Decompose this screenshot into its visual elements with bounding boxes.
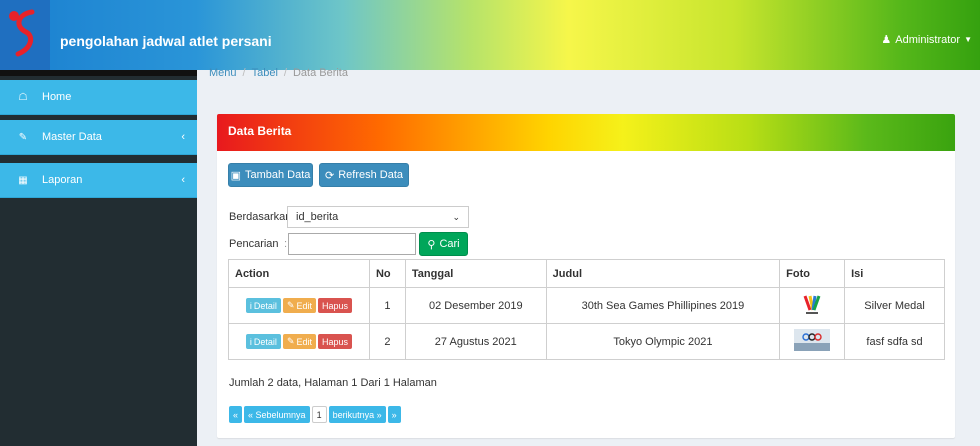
box-title: Data Berita <box>217 114 955 151</box>
col-header-action: Action <box>228 259 370 288</box>
col-header-judul: Judul <box>545 259 781 288</box>
pagination-summary: Jumlah 2 data, Halaman 1 Dari 1 Halaman <box>229 377 437 389</box>
search-button-label: Cari <box>439 238 460 250</box>
row-tanggal: 27 Agustus 2021 <box>404 323 547 360</box>
row-judul: Tokyo Olympic 2021 <box>545 323 781 360</box>
info-icon: i <box>249 300 252 311</box>
user-icon: ♟ <box>881 34 892 46</box>
edit-icon: ✎ <box>18 131 28 143</box>
delete-button[interactable]: Hapus <box>318 298 353 313</box>
logo-icon <box>9 9 35 57</box>
edit-icon: ✎ <box>286 336 295 346</box>
col-header-foto: Foto <box>779 259 846 288</box>
col-header-isi: Isi <box>844 259 945 288</box>
sidebar-item-label: Master Data <box>42 131 102 143</box>
refresh-data-button[interactable]: ⟳ Refresh Data <box>319 163 409 187</box>
chevron-left-icon: ‹ <box>181 131 185 143</box>
action-cell: i Detail ✎ Edit Hapus <box>228 287 370 324</box>
search-button[interactable]: ⚲ Cari <box>419 232 468 256</box>
table-row: i Detail ✎ Edit Hapus 1 02 Desember 2019 3… <box>228 287 945 324</box>
table-header-row: Action No Tanggal Judul Foto Isi <box>228 259 945 288</box>
top-navbar: pengolahan jadwal atlet persani ♟ Admini… <box>0 0 980 70</box>
row-no: 1 <box>368 287 406 324</box>
breadcrumb-tabel[interactable]: Tabel <box>252 67 278 79</box>
page-current[interactable]: 1 <box>311 406 327 423</box>
home-icon: ☖ <box>18 91 28 103</box>
sea-games-logo-image <box>803 295 821 314</box>
breadcrumb-menu[interactable]: Menu <box>209 67 237 79</box>
sidebar-item-label: Laporan <box>42 174 83 186</box>
user-label: Administrator <box>895 33 961 46</box>
sidebar-item-label: Home <box>42 91 72 103</box>
breadcrumb: Menu / Tabel / Data Berita <box>209 67 348 79</box>
edit-label: Edit <box>296 300 312 311</box>
row-foto <box>779 287 846 324</box>
refresh-icon: ⟳ <box>324 169 335 182</box>
delete-label: Hapus <box>322 300 349 311</box>
edit-icon: ✎ <box>286 300 295 310</box>
table-row: i Detail ✎ Edit Hapus 2 27 Agustus 2021 To… <box>228 323 945 360</box>
detail-button[interactable]: i Detail <box>245 298 281 313</box>
delete-label: Hapus <box>322 336 349 347</box>
search-label: Pencarian <box>229 238 279 250</box>
row-isi: Silver Medal <box>844 287 945 324</box>
row-judul: 30th Sea Games Phillipines 2019 <box>545 287 781 324</box>
pagination: « « Sebelumnya 1 berikutnya » » <box>229 406 401 423</box>
calendar-icon: ▦ <box>18 174 28 186</box>
detail-button[interactable]: i Detail <box>245 334 281 349</box>
user-menu[interactable]: ♟ Administrator ▼ <box>881 33 972 47</box>
action-cell: i Detail ✎ Edit Hapus <box>228 323 370 360</box>
filter-by-select[interactable]: id_berita ⌄ <box>287 206 469 228</box>
breadcrumb-current: Data Berita <box>292 67 348 79</box>
page-first-button[interactable]: « <box>229 406 243 423</box>
add-data-label: Tambah Data <box>244 169 311 181</box>
search-input[interactable] <box>288 233 416 255</box>
filter-by-value: id_berita <box>296 211 339 223</box>
plus-icon: ▣ <box>230 169 241 182</box>
breadcrumb-separator: / <box>283 67 287 79</box>
page-last-button[interactable]: » <box>387 406 401 423</box>
row-foto <box>779 323 846 360</box>
refresh-data-label: Refresh Data <box>338 169 404 181</box>
search-icon: ⚲ <box>427 238 436 251</box>
detail-label: Detail <box>253 300 277 311</box>
detail-label: Detail <box>253 336 277 347</box>
breadcrumb-separator: / <box>242 67 246 79</box>
sidebar-item-master-data[interactable]: ✎ Master Data ‹ <box>0 120 197 155</box>
row-isi: fasf sdfa sd <box>844 323 945 360</box>
data-table: Action No Tanggal Judul Foto Isi i Detail… <box>228 259 945 360</box>
row-tanggal: 02 Desember 2019 <box>404 287 547 324</box>
chevron-down-icon: ⌄ <box>452 211 460 222</box>
chevron-left-icon: ‹ <box>181 174 185 186</box>
edit-button[interactable]: ✎ Edit <box>282 334 316 349</box>
app-title[interactable]: pengolahan jadwal atlet persani <box>60 33 272 49</box>
col-header-no: No <box>368 259 406 288</box>
edit-button[interactable]: ✎ Edit <box>282 298 316 313</box>
caret-down-icon: ▼ <box>964 35 972 44</box>
sidebar-divider <box>0 70 197 76</box>
app-logo[interactable] <box>0 0 50 70</box>
tokyo-olympic-image <box>794 329 831 351</box>
search-colon: : <box>284 238 288 250</box>
edit-label: Edit <box>296 336 312 347</box>
page-next-button[interactable]: berikutnya » <box>328 406 386 423</box>
info-icon: i <box>249 336 252 347</box>
delete-button[interactable]: Hapus <box>318 334 353 349</box>
filter-by-label: Berdasarkan: <box>229 211 295 223</box>
sidebar-item-laporan[interactable]: ▦ Laporan ‹ <box>0 163 197 198</box>
col-header-tanggal: Tanggal <box>404 259 547 288</box>
page-prev-button[interactable]: « Sebelumnya <box>244 406 310 423</box>
add-data-button[interactable]: ▣ Tambah Data <box>228 163 313 187</box>
sidebar-item-home[interactable]: ☖ Home <box>0 80 197 115</box>
row-no: 2 <box>368 323 406 360</box>
